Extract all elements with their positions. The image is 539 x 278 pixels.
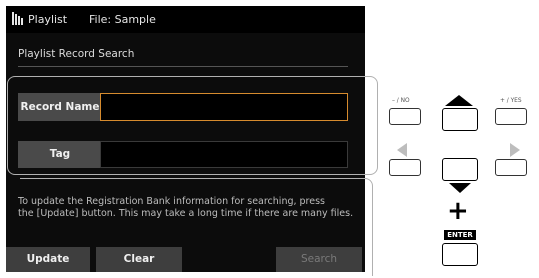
no-label: – / NO <box>392 96 410 104</box>
divider <box>18 66 348 67</box>
enter-label: ENTER <box>444 230 476 240</box>
down-button[interactable] <box>442 158 478 181</box>
title-bar: Playlist File: Sample <box>6 6 365 33</box>
callout-bracket-actions <box>20 178 373 276</box>
yes-button[interactable] <box>495 108 527 125</box>
up-button[interactable] <box>442 108 478 131</box>
up-arrow-icon <box>445 95 473 106</box>
file-name: File: Sample <box>89 13 156 26</box>
down-arrow-icon <box>449 183 471 193</box>
right-button[interactable] <box>495 159 527 176</box>
callout-bracket-fields <box>7 76 378 175</box>
no-button[interactable] <box>389 108 421 125</box>
enter-button[interactable] <box>442 243 478 266</box>
right-arrow-icon <box>510 143 520 157</box>
panel-title: Playlist Record Search <box>18 48 135 60</box>
app-title: Playlist <box>28 13 68 26</box>
plus-sign: + <box>447 196 469 226</box>
left-arrow-icon <box>397 143 407 157</box>
playlist-icon <box>12 12 23 25</box>
left-button[interactable] <box>389 159 421 176</box>
yes-label: + / YES <box>500 96 522 104</box>
